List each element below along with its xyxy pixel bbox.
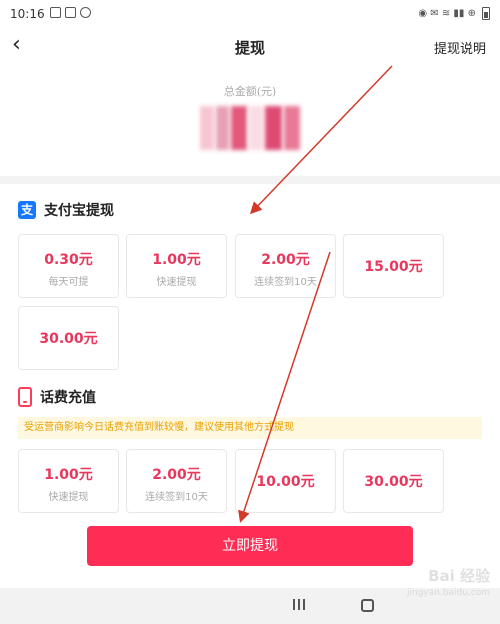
arrow-to-withdraw-button — [238, 251, 331, 523]
arrow-to-alipay — [249, 65, 393, 215]
annotation-arrows — [238, 65, 393, 523]
